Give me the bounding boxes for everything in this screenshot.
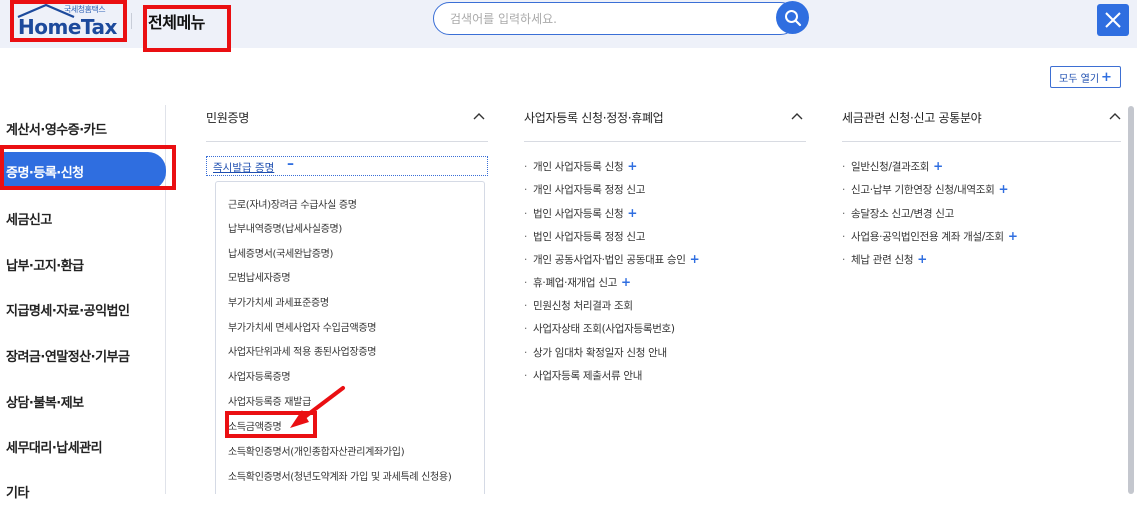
list-item[interactable]: · 사업자상태 조회(사업자등록번호) [524, 321, 675, 336]
annotation-arrow-icon [290, 386, 345, 428]
list-item[interactable]: · 휴·폐업·재개업 신고 + [524, 275, 631, 290]
list-item[interactable]: · 개인 사업자등록 신청 + [524, 159, 637, 174]
list-item[interactable]: · 송달장소 신고/변경 신고 [842, 206, 954, 221]
search-box [433, 2, 797, 35]
column-header-certificates[interactable]: 민원증명 [206, 109, 249, 129]
list-item[interactable]: · 체납 관련 신청 + [842, 252, 927, 267]
expand-all-label: 모두 열기 [1059, 73, 1100, 85]
list-item[interactable]: 납세증명서(국세완납증명) [228, 245, 333, 260]
plus-icon: + [1007, 229, 1018, 243]
annotation-box-logo [10, 0, 127, 42]
close-button[interactable] [1097, 4, 1129, 36]
list-item[interactable]: · 상가 임대차 확정일자 신청 안내 [524, 345, 667, 360]
sidebar-item-receipts[interactable]: 계산서·영수증·카드 [6, 119, 107, 143]
list-item[interactable]: · 사업자등록 제출서류 안내 [524, 368, 642, 383]
list-item[interactable]: · 일반신청/결과조회 + [842, 159, 943, 174]
plus-icon: + [998, 182, 1009, 196]
sidebar-item-consult[interactable]: 상담·불복·제보 [6, 392, 84, 416]
list-item[interactable]: · 사업용·공익법인전용 계좌 개설/조회 + [842, 229, 1018, 244]
column-divider [206, 141, 488, 142]
list-item[interactable]: · 개인 공동사업자·법인 공동대표 승인 + [524, 252, 700, 267]
search-button[interactable] [776, 1, 809, 34]
search-input[interactable] [450, 10, 750, 28]
plus-icon: + [689, 252, 700, 266]
minus-icon: – [287, 156, 294, 172]
plus-icon: + [1101, 69, 1112, 85]
list-item[interactable]: 사업자단위과세 적용 종된사업장증명 [228, 343, 376, 358]
chevron-up-icon[interactable] [791, 111, 803, 121]
instant-issue-toggle[interactable]: 즉시발급 증명 – [206, 156, 488, 176]
sidebar-item-tax-report[interactable]: 세금신고 [6, 209, 52, 233]
instant-issue-panel: 근로(자녀)장려금 수급사실 증명 납부내역증명(납세사실증명) 납세증명서(국… [215, 181, 485, 494]
plus-icon: + [917, 252, 928, 266]
column-divider [524, 141, 806, 142]
sidebar-item-incentives[interactable]: 장려금·연말정산·기부금 [6, 346, 130, 370]
chevron-up-icon[interactable] [1109, 111, 1121, 121]
column-header-tax-common[interactable]: 세금관련 신청·신고 공통분야 [842, 109, 982, 129]
list-item[interactable]: 근로(자녀)장려금 수급사실 증명 [228, 196, 357, 211]
scrollbar[interactable] [1128, 106, 1134, 494]
header-divider [131, 13, 132, 29]
annotation-box-title [143, 5, 231, 52]
expand-all-button[interactable]: 모두 열기 + [1050, 66, 1121, 88]
list-item[interactable]: 부가가치세 과세표준증명 [228, 294, 329, 309]
list-item[interactable]: 사업자등록증명 [228, 368, 291, 383]
sidebar-item-payment[interactable]: 납부·고지·환급 [6, 255, 84, 279]
list-item[interactable]: · 민원신청 처리결과 조회 [524, 298, 633, 313]
list-item[interactable]: 소득확인증명서(청년도약계좌 가입 및 과세특례 신청용) [228, 468, 452, 483]
sidebar-item-statements[interactable]: 지급명세·자료·공익법인 [6, 300, 130, 324]
list-item[interactable]: 모범납세자증명 [228, 269, 291, 284]
search-icon [784, 9, 801, 26]
list-item[interactable]: 납부내역증명(납세사실증명) [228, 220, 342, 235]
list-item[interactable]: · 신고·납부 기한연장 신청/내역조회 + [842, 182, 1008, 197]
instant-issue-label: 즉시발급 증명 [213, 162, 275, 174]
list-item[interactable]: · 개인 사업자등록 정정 신고 [524, 182, 645, 197]
column-divider [842, 141, 1121, 142]
sidebar-item-tax-agent[interactable]: 세무대리·납세관리 [6, 437, 103, 461]
list-item[interactable]: · 법인 사업자등록 신청 + [524, 206, 637, 221]
plus-icon: + [627, 159, 638, 173]
list-item[interactable]: 사업자등록증 재발급 [228, 393, 311, 408]
close-icon [1105, 12, 1121, 28]
annotation-box-income-cert [225, 411, 317, 438]
annotation-box-sidebar [0, 145, 176, 190]
sidebar-item-etc[interactable]: 기타 [6, 482, 29, 506]
list-item[interactable]: · 법인 사업자등록 정정 신고 [524, 229, 645, 244]
chevron-up-icon[interactable] [473, 111, 485, 121]
column-header-business-registration[interactable]: 사업자등록 신청·정정·휴폐업 [524, 109, 664, 129]
list-item[interactable]: 부가가치세 면세사업자 수입금액증명 [228, 319, 376, 334]
list-item[interactable]: 소득확인증명서(개인종합자산관리계좌가입) [228, 443, 405, 458]
plus-icon: + [933, 159, 943, 173]
plus-icon: + [627, 206, 638, 220]
plus-icon: + [621, 275, 631, 289]
